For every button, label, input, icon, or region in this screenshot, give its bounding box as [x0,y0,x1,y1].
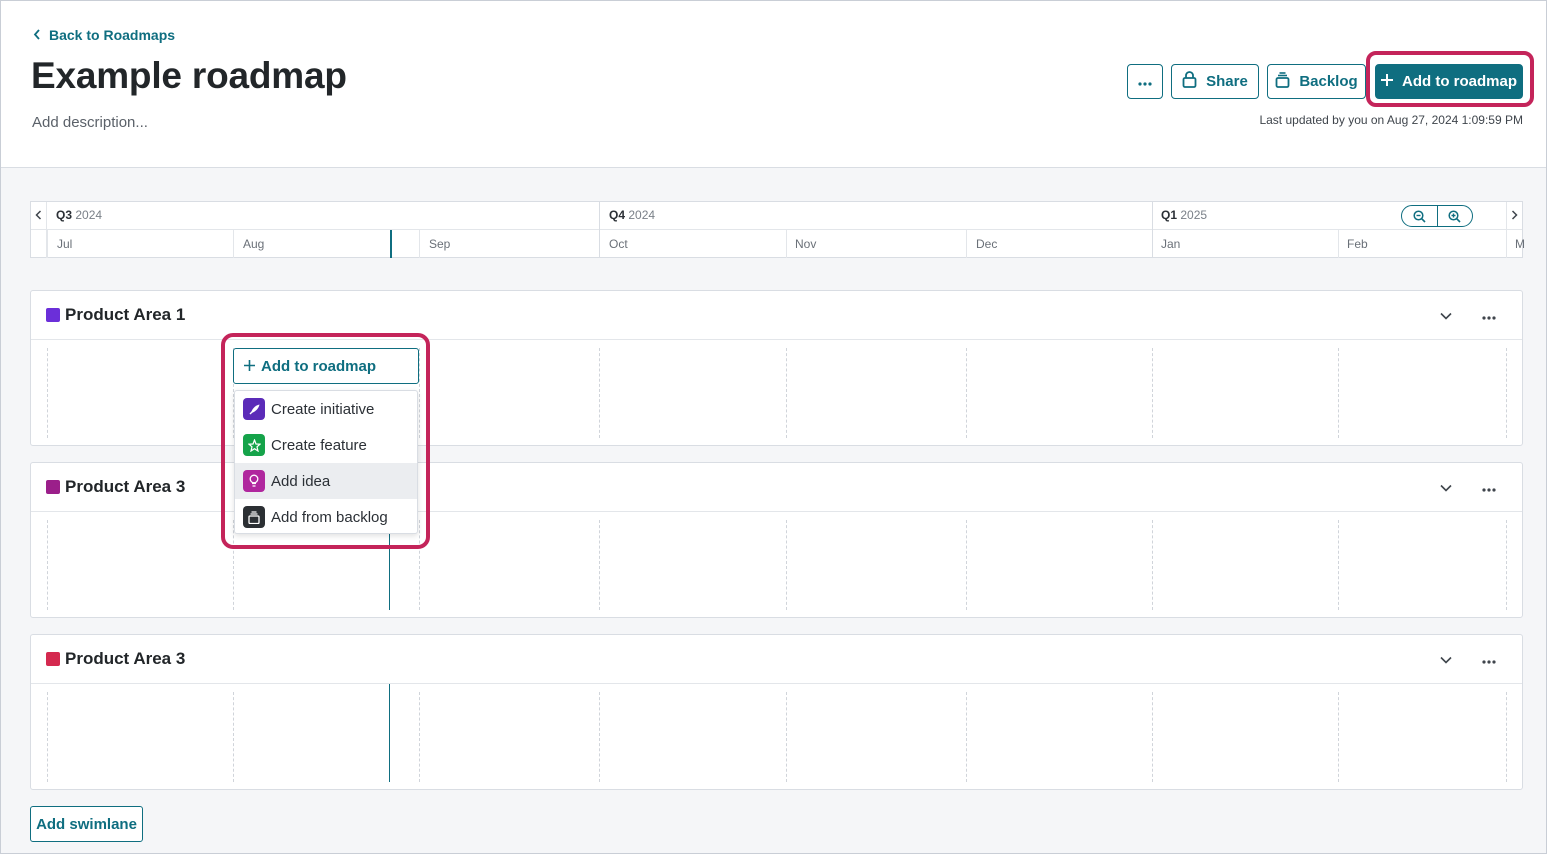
today-marker [390,230,392,258]
chevron-left-icon [33,28,41,43]
collapse-chevron-button[interactable] [1440,651,1452,669]
backlog-icon [243,506,265,528]
timeline-header: Q3 2024 Q4 2024 Q1 2025 Jul Aug Sep Oct … [30,201,1525,258]
lane-add-to-roadmap-button[interactable]: Add to roadmap [233,348,419,384]
zoom-in-icon [1448,209,1461,223]
collapse-chevron-button[interactable] [1440,307,1452,325]
month-label: Feb [1347,237,1368,251]
month-label: M [1515,237,1525,251]
chevron-down-icon [1440,656,1452,664]
month-label: Jan [1161,237,1181,251]
swimlane-color-swatch [46,652,60,666]
ellipsis-icon [1138,73,1152,90]
swimlane-more-button[interactable] [1482,307,1496,325]
backlog-icon [1275,71,1290,92]
plus-icon [1381,73,1393,90]
plus-icon [244,358,255,375]
menu-item-label: Create initiative [271,400,375,418]
swimlane-body[interactable] [31,684,1522,789]
backlog-button[interactable]: Backlog [1267,64,1366,99]
swimlane-title[interactable]: Product Area 3 [65,477,185,497]
menu-item-label: Create feature [271,436,367,454]
ellipsis-icon [1482,316,1496,320]
timeline-prev-button[interactable] [31,202,47,258]
zoom-in-button[interactable] [1438,206,1473,226]
chevron-down-icon [1440,484,1452,492]
page-header: Back to Roadmaps Example roadmap Add des… [0,0,1547,168]
menu-item-add-from-backlog[interactable]: Add from backlog [235,499,417,535]
menu-item-label: Add from backlog [271,508,388,526]
month-label: Oct [609,237,628,251]
menu-item-create-feature[interactable]: Create feature [235,427,417,463]
swimlane-color-swatch [46,480,60,494]
collapse-chevron-button[interactable] [1440,479,1452,497]
month-label: Jul [57,237,73,251]
description-field[interactable]: Add description... [32,114,148,131]
add-to-roadmap-label: Add to roadmap [1402,73,1517,90]
add-swimlane-button[interactable]: Add swimlane [30,806,143,842]
month-label: Nov [795,237,817,251]
quarter-label: Q3 2024 [56,208,103,222]
swimlane-color-swatch [46,308,60,322]
back-to-roadmaps-link[interactable]: Back to Roadmaps [33,27,175,43]
quarter-row [31,202,1522,230]
swimlane-more-button[interactable] [1482,651,1496,669]
menu-item-label: Add idea [271,472,331,490]
page-title: Example roadmap [31,55,347,96]
lane-add-label: Add to roadmap [261,357,376,375]
swimlane-title[interactable]: Product Area 3 [65,649,185,669]
ellipsis-icon [1482,488,1496,492]
menu-item-add-idea[interactable]: Add idea [235,463,417,499]
rocket-icon [243,398,265,420]
month-label: Sep [429,237,451,251]
swimlane-header: Product Area 3 [31,635,1522,684]
swimlane-more-button[interactable] [1482,479,1496,497]
add-to-roadmap-button[interactable]: Add to roadmap [1375,64,1523,99]
swimlane-title[interactable]: Product Area 1 [65,305,185,325]
back-link-label: Back to Roadmaps [49,27,176,43]
more-options-button[interactable] [1127,64,1163,99]
quarter-label: Q4 2024 [609,208,656,222]
ellipsis-icon [1482,660,1496,664]
quarter-label: Q1 2025 [1161,208,1208,222]
last-updated-text: Last updated by you on Aug 27, 2024 1:09… [1259,113,1523,127]
add-to-roadmap-menu: Create initiative Create feature Add ide… [234,390,418,534]
share-label: Share [1206,73,1248,90]
today-marker [389,684,390,782]
lock-icon [1182,71,1197,92]
chevron-right-icon [1511,208,1518,223]
menu-item-create-initiative[interactable]: Create initiative [235,391,417,427]
swimlane-header: Product Area 1 [31,291,1522,340]
star-icon [243,434,265,456]
zoom-controls [1401,205,1473,227]
zoom-out-icon [1413,209,1426,223]
chevron-down-icon [1440,312,1452,320]
zoom-out-button[interactable] [1402,206,1438,226]
chevron-left-icon [35,208,42,223]
month-label: Aug [243,237,265,251]
swimlane: Product Area 3 [30,634,1523,790]
lightbulb-icon [243,470,265,492]
share-button[interactable]: Share [1171,64,1259,99]
month-label: Dec [976,237,998,251]
backlog-label: Backlog [1299,73,1358,90]
